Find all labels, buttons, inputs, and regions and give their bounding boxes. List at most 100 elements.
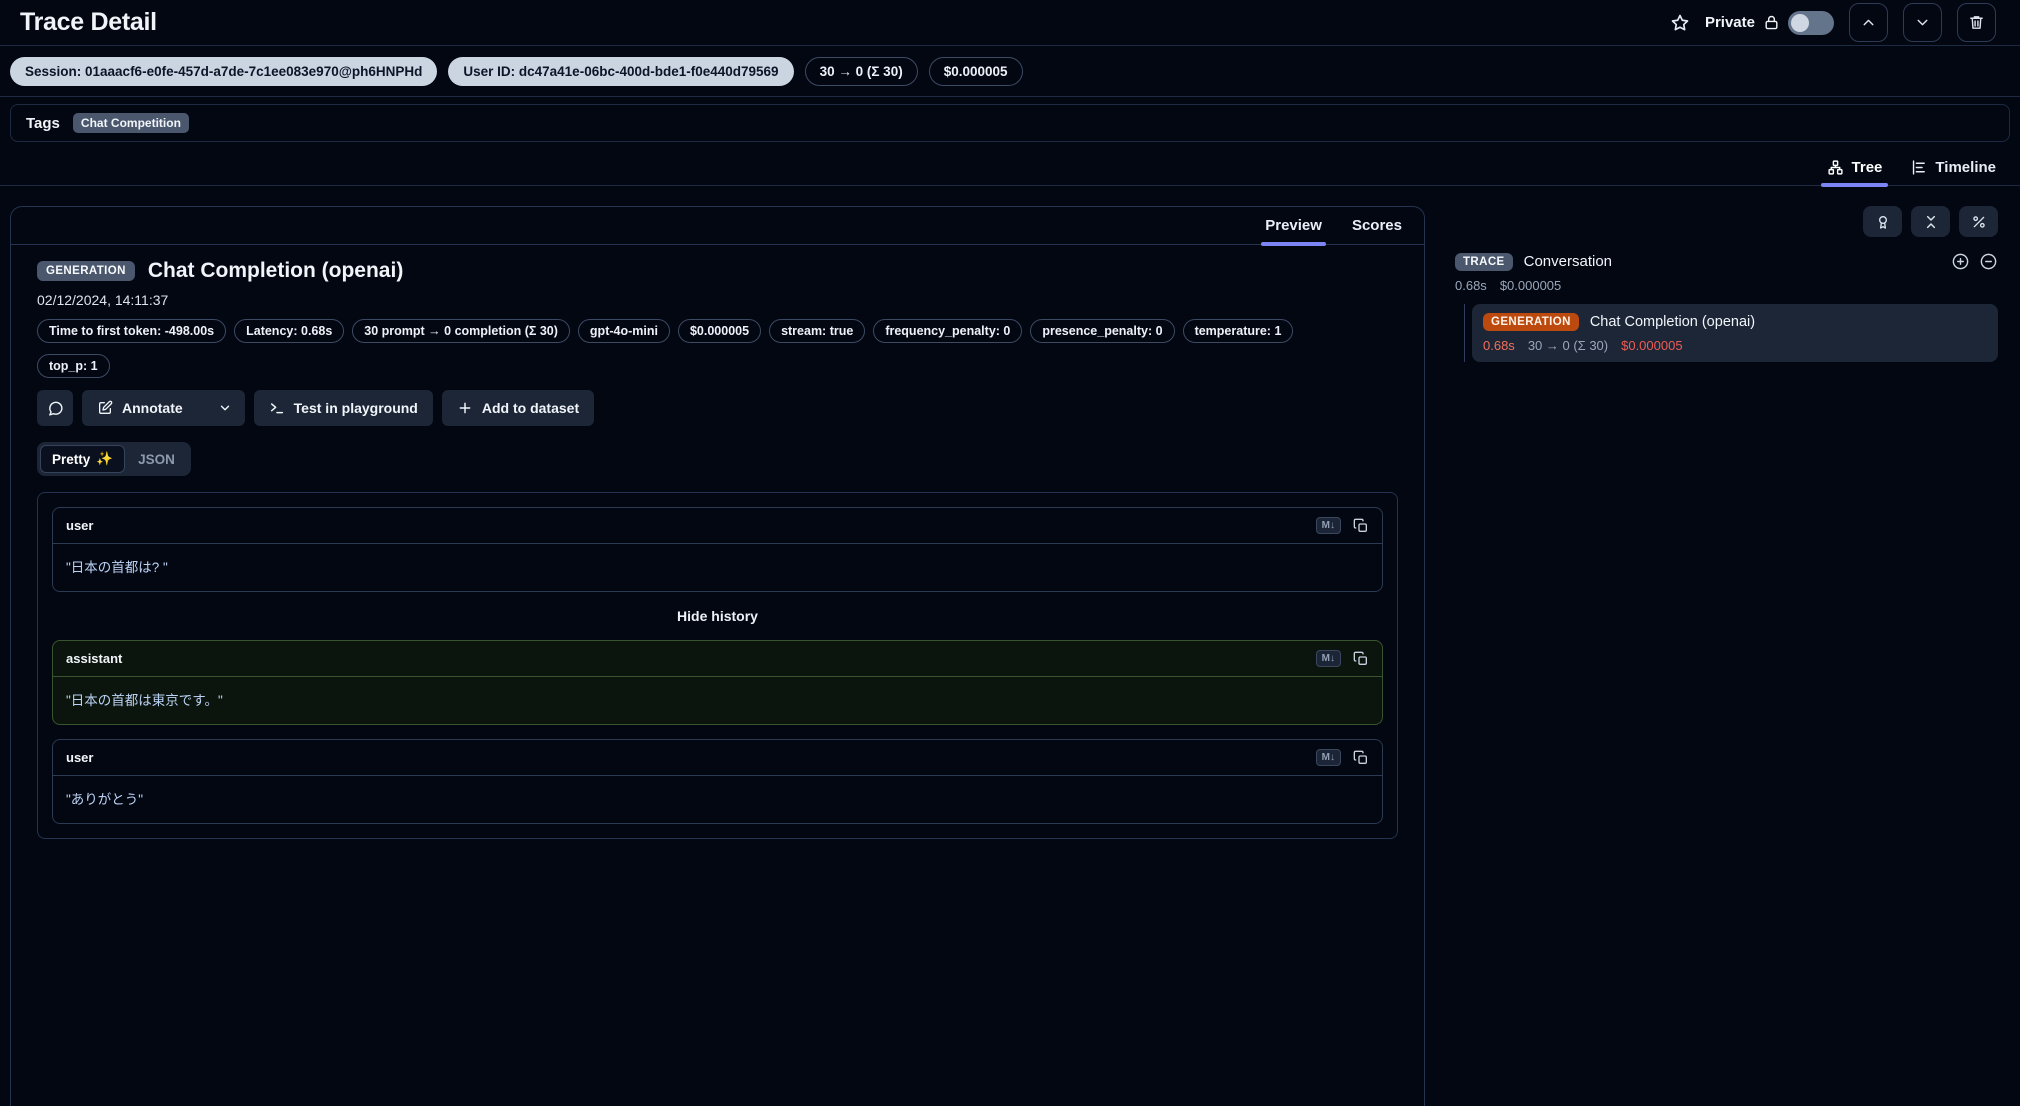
previous-trace-button[interactable] [1849, 3, 1888, 42]
metric-pill-row-2: top_p: 1 [37, 354, 1398, 378]
tags-label: Tags [26, 114, 60, 132]
page-title: Trace Detail [20, 8, 157, 36]
scores-toggle-button[interactable] [1863, 206, 1902, 237]
pill-latency: Latency: 0.68s [234, 319, 345, 343]
tab-preview[interactable]: Preview [1261, 207, 1326, 246]
tags-row: Tags Chat Competition [10, 104, 2010, 142]
session-badge[interactable]: Session: 01aaacf6-e0fe-457d-a7de-7c1ee08… [10, 56, 438, 86]
privacy-control: Private [1704, 10, 1834, 35]
message-header: assistant M↓ [53, 641, 1382, 677]
delete-trace-button[interactable] [1957, 3, 1996, 42]
copy-button[interactable] [1353, 750, 1369, 766]
top-bar-actions: Private [1670, 3, 1996, 42]
pill-frequency-penalty: frequency_penalty: 0 [873, 319, 1023, 343]
pill-cost: $0.000005 [677, 319, 762, 343]
pill-time-to-first-token: Time to first token: -498.00s [37, 319, 227, 343]
generation-latency: 0.68s [1483, 338, 1515, 353]
copy-icon [1353, 750, 1369, 766]
markdown-icon[interactable]: M↓ [1315, 517, 1341, 534]
percent-icon [1971, 214, 1987, 230]
hide-history-button[interactable]: Hide history [52, 606, 1383, 626]
message-role: user [66, 518, 94, 533]
next-trace-button[interactable] [1903, 3, 1942, 42]
test-in-playground-button[interactable]: Test in playground [253, 390, 433, 426]
timeline-icon [1910, 159, 1927, 176]
award-icon [1875, 214, 1891, 230]
copy-button[interactable] [1353, 651, 1369, 667]
trace-tree-panel: TRACE Conversation 0.68s $0.000005 GENER… [1455, 206, 2012, 842]
message-content: "ありがとう" [66, 792, 144, 807]
observation-timestamp: 02/12/2024, 14:11:37 [37, 292, 169, 308]
json-toggle-button[interactable]: JSON [125, 447, 188, 472]
pill-temperature: temperature: 1 [1182, 319, 1294, 343]
annotate-button[interactable]: Annotate [82, 390, 196, 426]
messages-card: user M↓ "日本の首都は? " Hide history assistan… [37, 492, 1398, 839]
pill-top-p: top_p: 1 [37, 354, 110, 378]
message-user-1: user M↓ "日本の首都は? " [52, 507, 1383, 592]
tree-icon [1827, 159, 1844, 176]
message-content: "日本の首都は東京です。" [66, 693, 223, 708]
observation-type-badge: GENERATION [37, 261, 135, 281]
trash-icon [1968, 14, 1985, 31]
pill-model[interactable]: gpt-4o-mini [577, 319, 670, 343]
observation-title: Chat Completion (openai) [147, 259, 404, 282]
test-in-playground-label: Test in playground [293, 400, 418, 416]
markdown-icon[interactable]: M↓ [1315, 650, 1341, 667]
collapse-icon [1923, 214, 1939, 230]
generation-tree-row[interactable]: GENERATION Chat Completion (openai) 0.68… [1472, 304, 1998, 362]
markdown-icon[interactable]: M↓ [1315, 749, 1341, 766]
generation-tokens: 30 → 0 (Σ 30) [1527, 338, 1609, 353]
copy-button[interactable] [1353, 518, 1369, 534]
annotate-edit-icon [97, 400, 113, 416]
terminal-icon [269, 400, 285, 416]
chevron-down-icon [218, 401, 232, 415]
annotate-label: Annotate [122, 400, 183, 416]
metrics-toggle-button[interactable] [1959, 206, 1998, 237]
comment-icon [47, 400, 64, 417]
add-to-dataset-button[interactable]: Add to dataset [441, 390, 595, 426]
pretty-toggle-button[interactable]: Pretty ✨ [40, 445, 126, 473]
tree-children: GENERATION Chat Completion (openai) 0.68… [1464, 304, 1998, 362]
user-id-badge[interactable]: User ID: dc47a41e-06bc-400d-bde1-f0e440d… [448, 56, 794, 86]
tab-tree-label: Tree [1851, 158, 1883, 176]
observation-header: GENERATION Chat Completion (openai) [37, 257, 1398, 285]
generation-cost: $0.000005 [1621, 338, 1683, 353]
tree-panel-actions [1455, 206, 1998, 237]
annotate-split-button: Annotate [82, 390, 245, 426]
star-icon [1670, 13, 1690, 33]
metric-pill-row-1: Time to first token: -498.00s Latency: 0… [37, 319, 1398, 343]
trace-title: Conversation [1523, 253, 1613, 270]
collapse-tree-button[interactable] [1979, 252, 1998, 271]
privacy-label: Private [1704, 14, 1755, 31]
message-role: assistant [66, 651, 123, 666]
sparkles-icon: ✨ [96, 451, 114, 466]
message-assistant: assistant M↓ "日本の首都は東京です。" [52, 640, 1383, 725]
trace-root-row[interactable]: TRACE Conversation [1455, 252, 1998, 271]
pill-stream: stream: true [769, 319, 866, 343]
copy-icon [1353, 518, 1369, 534]
tab-timeline[interactable]: Timeline [1910, 149, 1996, 185]
message-header: user M↓ [53, 740, 1382, 776]
comment-button[interactable] [37, 390, 73, 426]
view-tabs: Tree Timeline [0, 149, 2020, 187]
private-toggle[interactable] [1788, 10, 1834, 35]
observation-body: GENERATION Chat Completion (openai) 02/1… [11, 245, 1424, 839]
plus-icon [457, 400, 473, 416]
annotate-dropdown-button[interactable] [205, 390, 245, 426]
pill-token-usage: 30 prompt → 0 completion (Σ 30) [352, 319, 570, 343]
format-toggle: Pretty ✨ JSON [37, 442, 191, 476]
tag-badge[interactable]: Chat Competition [72, 113, 189, 133]
message-user-2: user M↓ "ありがとう" [52, 739, 1383, 824]
collapse-all-button[interactable] [1911, 206, 1950, 237]
trace-cost: $0.000005 [1499, 278, 1562, 293]
trace-type-badge: TRACE [1455, 252, 1513, 271]
tab-scores[interactable]: Scores [1352, 207, 1402, 244]
expand-all-button[interactable] [1951, 252, 1970, 271]
tab-timeline-label: Timeline [1935, 158, 1996, 176]
pill-presence-penalty: presence_penalty: 0 [1030, 319, 1175, 343]
trace-metrics: 0.68s $0.000005 [1455, 278, 1998, 293]
tab-tree[interactable]: Tree [1820, 149, 1889, 187]
pretty-label: Pretty [52, 451, 91, 467]
bookmark-star-button[interactable] [1670, 13, 1690, 33]
trace-latency: 0.68s [1455, 278, 1487, 293]
